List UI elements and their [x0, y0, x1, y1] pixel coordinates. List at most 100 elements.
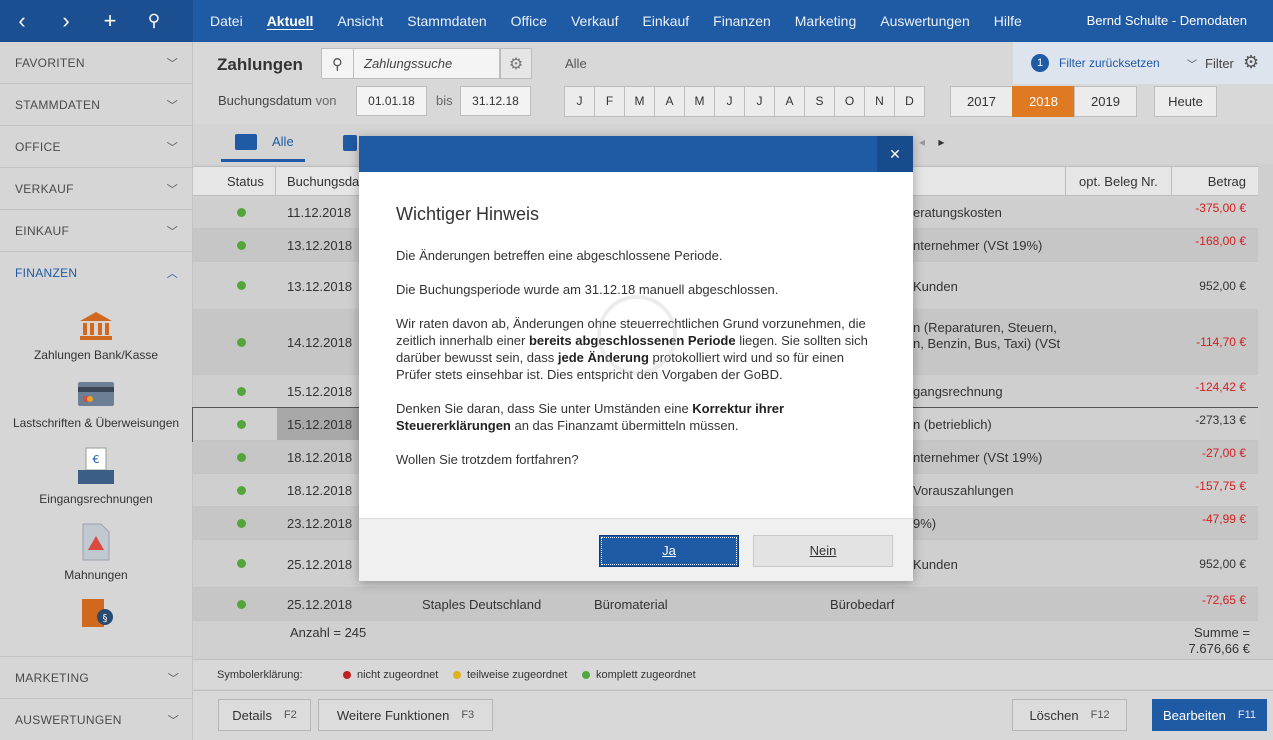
gear-icon[interactable]: ⚙ [1243, 52, 1259, 73]
dialog-title: Wichtiger Hinweis [396, 204, 540, 224]
forward-icon[interactable]: › [44, 8, 88, 34]
quick-nav: ‹ › + ⚲ [0, 0, 193, 42]
sidebar-sub-lastschriften[interactable]: Lastschriften & Überweisungen [0, 362, 192, 430]
menu-einkauf[interactable]: Einkauf [642, 13, 689, 29]
action-bar: Details F2 Weitere Funktionen F3 Löschen F1… [193, 690, 1273, 740]
details-button[interactable]: Details F2 [218, 699, 311, 731]
table-scrollbar[interactable] [1258, 166, 1273, 656]
bank-icon [76, 310, 116, 342]
dialog-text-5: Wollen Sie trotzdem fortfahren? [396, 452, 579, 467]
menu-datei[interactable]: Datei [210, 13, 243, 29]
status-dot [237, 600, 246, 609]
user-name[interactable]: Bernd Schulte - Demodaten [1087, 13, 1247, 28]
menu-hilfe[interactable]: Hilfe [994, 13, 1022, 29]
chevron-down-icon: ﹀ [167, 714, 179, 727]
menu-finanzen[interactable]: Finanzen [713, 13, 771, 29]
search-settings-icon[interactable]: ⚙ [500, 48, 532, 79]
sidebar-item-stammdaten[interactable]: STAMMDATEN ﹀ [0, 84, 192, 126]
plus-icon[interactable]: + [88, 8, 132, 34]
today-button[interactable]: Heute [1154, 86, 1217, 117]
table-row[interactable]: 25.12.2018 Staples Deutschland Büromater… [193, 588, 1258, 621]
search-icon[interactable]: ⚲ [322, 49, 354, 78]
date-from-field[interactable]: 01.01.18 [356, 86, 427, 116]
sidebar-sub-zahlungen[interactable]: Zahlungen Bank/Kasse [0, 294, 192, 362]
tab-alle[interactable]: Alle [221, 124, 305, 162]
year-2018[interactable]: 2018 [1012, 86, 1075, 117]
date-filter-label: Buchungsdatum von [218, 93, 337, 108]
menu-ansicht[interactable]: Ansicht [337, 13, 383, 29]
filter-toggle[interactable]: ﹀ Filter [1187, 56, 1234, 71]
legend-item: teilweise zugeordnet [453, 669, 567, 681]
status-dot [237, 486, 246, 495]
search-icon[interactable]: ⚲ [132, 11, 176, 31]
col-betrag[interactable]: Betrag [1208, 174, 1246, 189]
menu-aktuell[interactable]: Aktuell [267, 13, 314, 29]
month-mar[interactable]: M [624, 86, 655, 117]
month-feb[interactable]: F [594, 86, 625, 117]
sidebar-sub-mahnungen[interactable]: Mahnungen [0, 506, 192, 582]
close-icon[interactable]: ✕ [877, 136, 913, 172]
warning-document-icon [76, 522, 116, 562]
edit-button[interactable]: Bearbeiten F11 [1152, 699, 1267, 731]
table-summary: Anzahl = 245 Summe = 7.676,66 € [193, 623, 1273, 659]
sidebar-item-auswertungen[interactable]: AUSWERTUNGEN ﹀ [0, 698, 193, 740]
month-jan[interactable]: J [564, 86, 595, 117]
month-aug[interactable]: A [774, 86, 805, 117]
menu-verkauf[interactable]: Verkauf [571, 13, 618, 29]
month-nov[interactable]: N [864, 86, 895, 117]
legal-scroll-icon: § [76, 598, 116, 630]
tab-scroll-arrows[interactable]: ◂ ▸ [919, 135, 944, 149]
month-jul[interactable]: J [744, 86, 775, 117]
sidebar-item-favoriten[interactable]: FAVORITEN ﹀ [0, 42, 192, 84]
menu-stammdaten[interactable]: Stammdaten [407, 13, 486, 29]
filter-panel: 1 Filter zurücksetzen ﹀ Filter ⚙ [1013, 42, 1273, 84]
sidebar-item-office[interactable]: OFFICE ﹀ [0, 126, 192, 168]
loading-spinner [597, 295, 677, 375]
month-dec[interactable]: D [894, 86, 925, 117]
month-sep[interactable]: S [804, 86, 835, 117]
year-2017[interactable]: 2017 [950, 86, 1013, 117]
dialog-text-4: Denken Sie daran, dass Sie unter Umständ… [396, 401, 785, 433]
page-title: Zahlungen [217, 55, 303, 74]
legend-item: nicht zugeordnet [343, 669, 438, 681]
month-selector: J F M A M J J A S O N D [564, 86, 925, 117]
month-apr[interactable]: A [654, 86, 685, 117]
chevron-down-icon: ﹀ [166, 183, 178, 196]
sidebar-sub-eingangsrechnungen[interactable]: € Eingangsrechnungen [0, 430, 192, 506]
status-dot [237, 208, 246, 217]
sidebar-item-verkauf[interactable]: VERKAUF ﹀ [0, 168, 192, 210]
menu-auswertungen[interactable]: Auswertungen [880, 13, 970, 29]
status-dot [237, 519, 246, 528]
month-oct[interactable]: O [834, 86, 865, 117]
filter-scope[interactable]: Alle [565, 56, 587, 71]
no-button[interactable]: Nein [753, 535, 893, 567]
search-input[interactable]: Zahlungssuche [354, 56, 452, 71]
more-functions-button[interactable]: Weitere Funktionen F3 [318, 699, 493, 731]
yes-button[interactable]: Ja [599, 535, 739, 567]
col-beleg[interactable]: opt. Beleg Nr. [1079, 174, 1158, 189]
month-jun[interactable]: J [714, 86, 745, 117]
cash-icon[interactable] [343, 135, 357, 151]
sidebar-item-einkauf[interactable]: EINKAUF ﹀ [0, 210, 192, 252]
status-dot [237, 338, 246, 347]
search-field[interactable]: ⚲ Zahlungssuche [321, 48, 500, 79]
chevron-up-icon: ︿ [166, 268, 178, 280]
date-to-field[interactable]: 31.12.18 [460, 86, 531, 116]
sum-value: 7.676,66 € [1188, 641, 1250, 656]
year-selector: 2017 2018 2019 [950, 86, 1137, 117]
back-icon[interactable]: ‹ [0, 8, 44, 34]
sidebar-item-finanzen[interactable]: FINANZEN ︿ [0, 252, 192, 294]
delete-button[interactable]: Löschen F12 [1012, 699, 1127, 731]
col-status[interactable]: Status [227, 174, 264, 189]
month-may[interactable]: M [684, 86, 715, 117]
sidebar-sub-more[interactable]: § [0, 582, 192, 630]
year-2019[interactable]: 2019 [1074, 86, 1137, 117]
red-dot-icon [343, 671, 351, 680]
col-date[interactable]: Buchungsda [287, 174, 359, 189]
svg-text:§: § [103, 613, 108, 624]
sidebar-item-marketing[interactable]: MARKETING ﹀ [0, 656, 193, 698]
status-dot [237, 559, 246, 568]
menu-office[interactable]: Office [511, 13, 547, 29]
filter-reset-link[interactable]: Filter zurücksetzen [1059, 56, 1160, 70]
menu-marketing[interactable]: Marketing [795, 13, 856, 29]
